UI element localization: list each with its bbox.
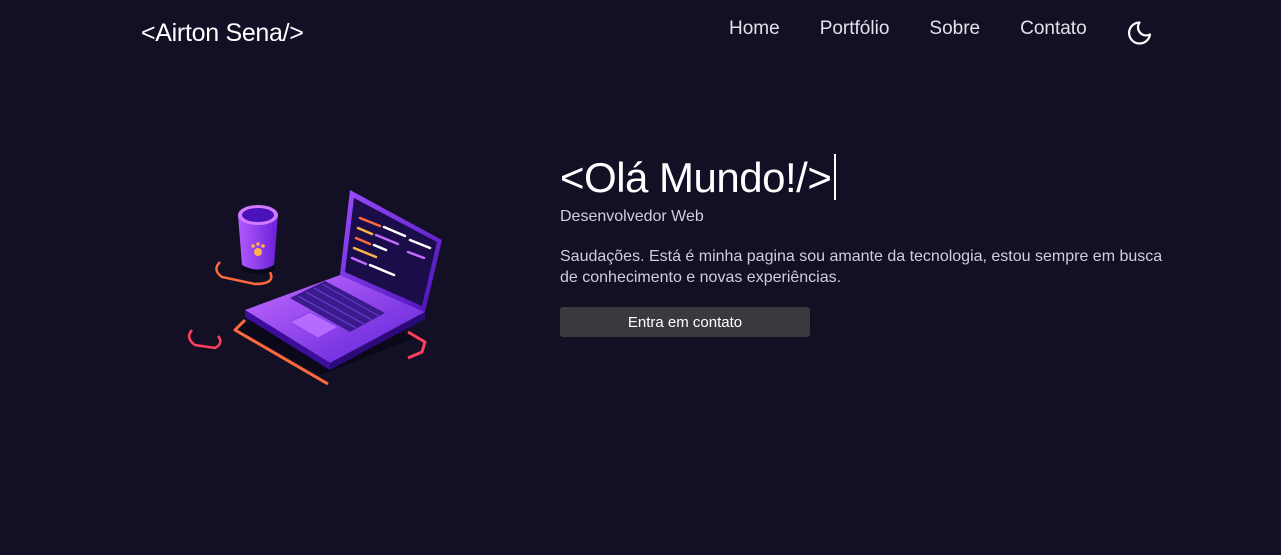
moon-icon: [1128, 21, 1152, 45]
theme-toggle-button[interactable]: [1124, 18, 1154, 48]
hero-description: Saudações. Está é minha pagina sou amant…: [560, 248, 1163, 286]
nav-link-portfolio[interactable]: Portfólio: [820, 18, 890, 40]
contact-button[interactable]: Entra em contato: [560, 307, 810, 337]
laptop-illustration: [180, 180, 450, 395]
hero-title: <Olá Mundo!/>: [560, 150, 1180, 206]
hero-title-text: <Olá Mundo!/>: [560, 154, 832, 201]
hero-subtitle: Desenvolvedor Web: [560, 208, 704, 225]
site-logo[interactable]: <Airton Sena/>: [141, 19, 304, 48]
hero-section: <Olá Mundo!/> Desenvolvedor Web Saudaçõe…: [560, 150, 1180, 337]
nav-link-home[interactable]: Home: [729, 18, 780, 40]
nav-link-sobre[interactable]: Sobre: [929, 18, 980, 40]
main-nav: Home Portfólio Sobre Contato: [729, 18, 1087, 40]
typing-caret: [834, 154, 837, 200]
nav-link-contato[interactable]: Contato: [1020, 18, 1087, 40]
top-navigation-bar: <Airton Sena/> Home Portfólio Sobre Cont…: [0, 0, 1281, 70]
